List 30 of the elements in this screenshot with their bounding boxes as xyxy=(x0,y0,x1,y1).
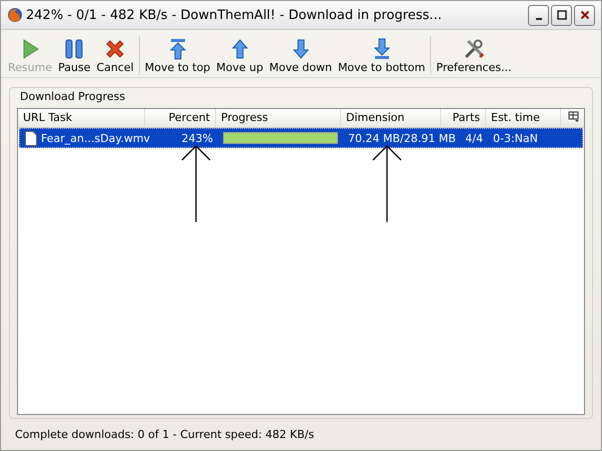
browser-logo-icon xyxy=(7,7,23,23)
toolbar-button[interactable]: Move up xyxy=(213,37,266,74)
toolbar-button[interactable]: Move to bottom xyxy=(334,37,428,74)
status-text: Complete downloads: 0 of 1 - Current speed: 482 KB/s xyxy=(14,427,316,441)
minimize-icon xyxy=(536,18,542,20)
column-header[interactable]: URL Task xyxy=(18,109,145,127)
close-button[interactable] xyxy=(574,4,595,26)
minimize-button[interactable] xyxy=(528,4,549,26)
group-title: Download Progress xyxy=(20,90,126,103)
column-header[interactable]: Percent xyxy=(145,109,216,127)
column-header[interactable]: Dimension xyxy=(341,109,441,127)
toolbar-button[interactable]: Preferences... xyxy=(433,37,514,74)
toolbar-button[interactable]: Move to top xyxy=(142,37,214,74)
column-header[interactable]: Parts xyxy=(441,109,486,127)
file-icon xyxy=(25,130,37,146)
column-header[interactable]: Progress xyxy=(216,109,341,127)
file-name: Fear_an...sDay.wmv xyxy=(41,132,150,144)
toolbar-button[interactable]: Pause xyxy=(55,37,94,74)
size-text: 70.24 MB/28.91 MB xyxy=(348,132,456,144)
maximize-button[interactable] xyxy=(551,4,572,26)
percent-text: 243% xyxy=(182,132,213,144)
close-icon xyxy=(580,10,590,20)
window-title: 242% - 0/1 - 482 KB/s - DownThemAll! - Download in progress... xyxy=(26,8,443,22)
download-row[interactable]: Fear_an...sDay.wmv 243% 70.24 MB/28.91 MB 4/4 0-3:NaN xyxy=(19,128,583,148)
maximize-icon xyxy=(556,10,566,20)
time-text: 0-3:NaN xyxy=(493,132,538,144)
toolbar-button[interactable]: Cancel xyxy=(93,37,137,74)
parts-text: 4/4 xyxy=(465,132,483,144)
toolbar-button[interactable]: Move down xyxy=(266,37,335,74)
column-header[interactable]: Est. time xyxy=(486,109,561,127)
